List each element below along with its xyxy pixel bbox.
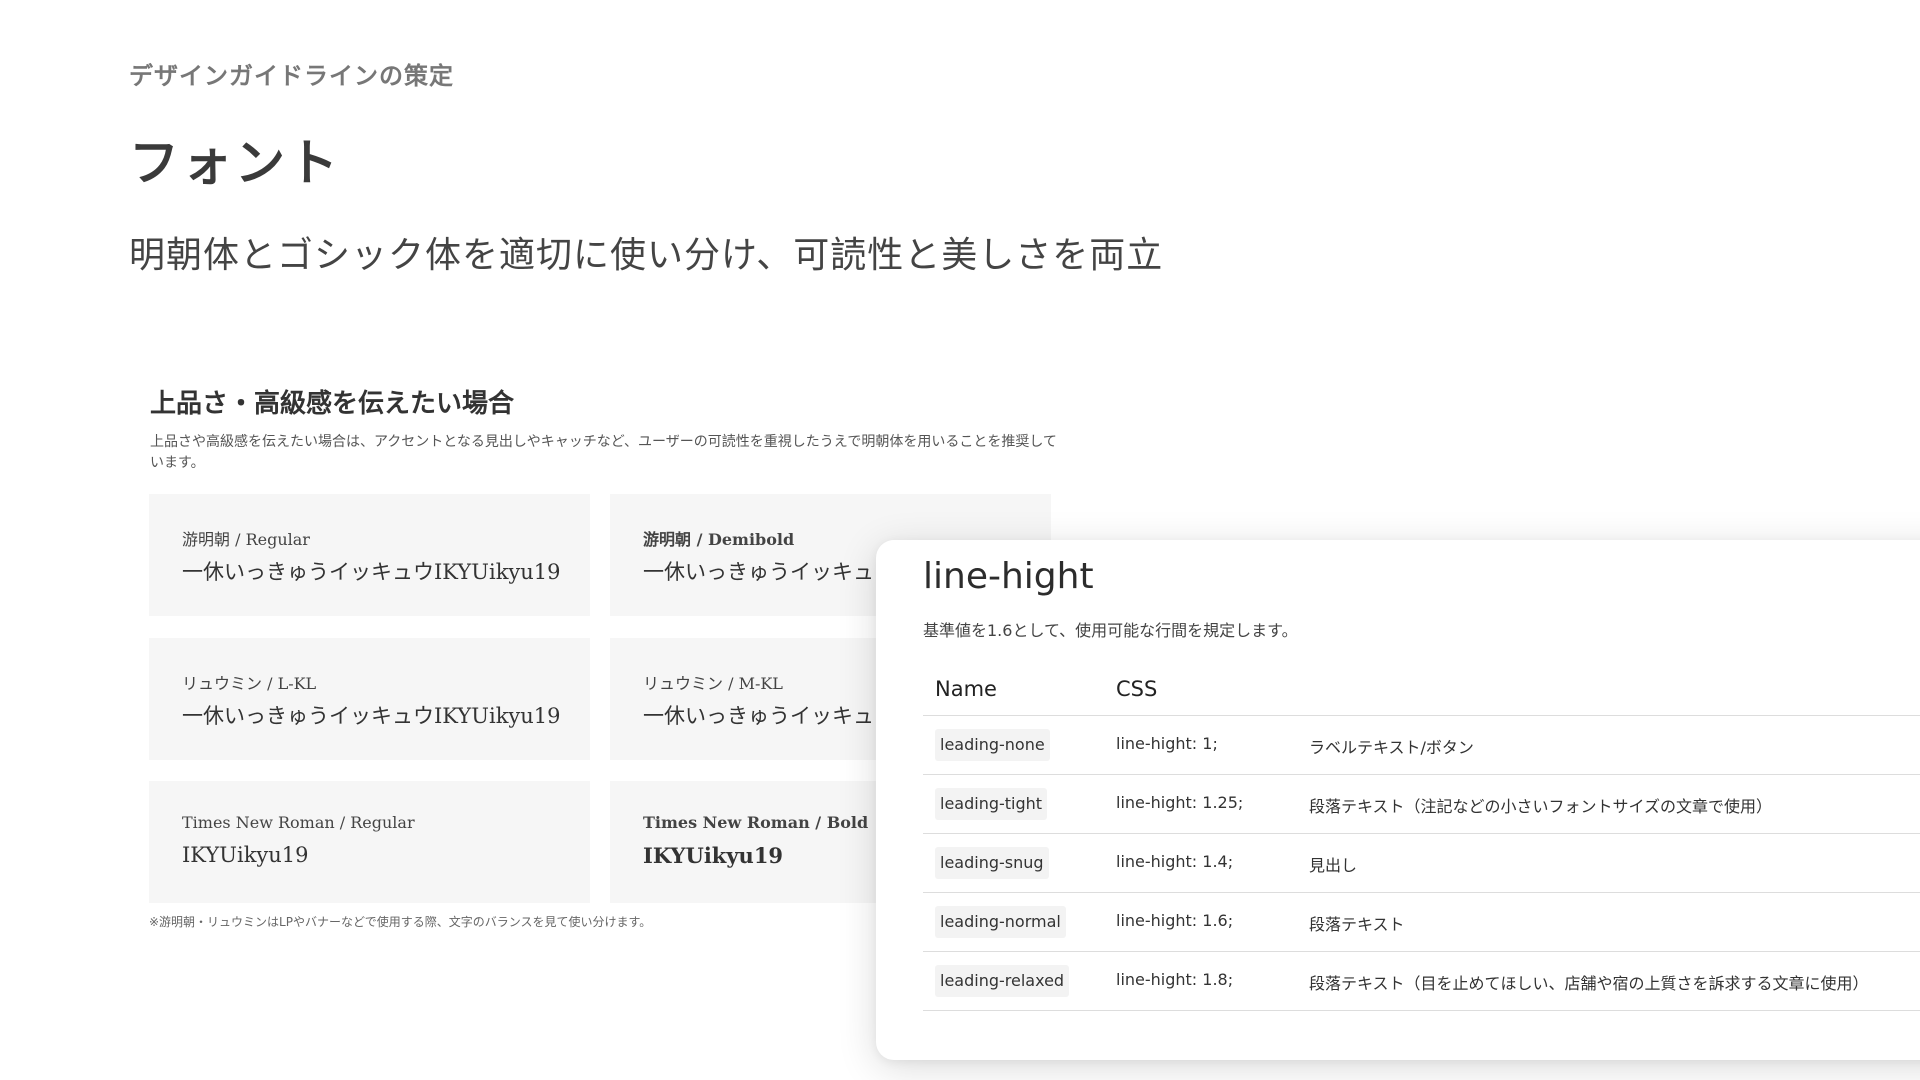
panel-title: line-hight bbox=[923, 556, 1094, 597]
font-card-sample: IKYUikyu19 bbox=[643, 843, 784, 868]
font-card-label: リュウミン / M-KL bbox=[643, 674, 783, 693]
table-row: leading-none line-hight: 1; ラベルテキスト/ボタン bbox=[923, 716, 1920, 775]
table-header: Name CSS bbox=[923, 665, 1920, 716]
eyebrow-label: デザインガイドラインの策定 bbox=[129, 62, 454, 90]
token-name-chip: leading-snug bbox=[935, 847, 1049, 879]
css-value: line-hight: 1.4; bbox=[1116, 852, 1234, 871]
css-value: line-hight: 1; bbox=[1116, 734, 1218, 753]
usage-text: ラベルテキスト/ボタン bbox=[1309, 738, 1474, 757]
footnote: ※游明朝・リュウミンはLPやバナーなどで使用する際、文字のバランスを見て使い分け… bbox=[149, 915, 652, 929]
line-height-panel: line-hight 基準値を1.6として、使用可能な行間を規定します。 Nam… bbox=[876, 540, 1920, 1060]
token-name-chip: leading-none bbox=[935, 729, 1050, 761]
line-height-table: Name CSS leading-none line-hight: 1; ラベル… bbox=[923, 665, 1920, 1011]
css-value: line-hight: 1.25; bbox=[1116, 793, 1244, 812]
table-row: leading-snug line-hight: 1.4; 見出し bbox=[923, 834, 1920, 893]
usage-text: 見出し bbox=[1309, 856, 1358, 875]
font-card-times-regular: Times New Roman / Regular IKYUikyu19 bbox=[149, 781, 590, 903]
token-name-chip: leading-relaxed bbox=[935, 965, 1070, 997]
font-card-label: リュウミン / L-KL bbox=[182, 674, 317, 693]
table-row: leading-relaxed line-hight: 1.8; 段落テキスト（… bbox=[923, 952, 1920, 1011]
usage-text: 段落テキスト（注記などの小さいフォントサイズの文章で使用） bbox=[1309, 797, 1773, 816]
font-card-label: 游明朝 / Regular bbox=[182, 530, 310, 549]
font-card-ryumin-l: リュウミン / L-KL 一休いっきゅうイッキュウIKYUikyu19 bbox=[149, 638, 590, 760]
font-card-sample: IKYUikyu19 bbox=[182, 843, 309, 867]
usage-text: 段落テキスト（目を止めてほしい、店舗や宿の上質さを訴求する文章に使用） bbox=[1309, 974, 1869, 993]
font-card-label: Times New Roman / Bold bbox=[643, 813, 869, 832]
page-title: フォント bbox=[129, 134, 341, 192]
table-row: leading-normal line-hight: 1.6; 段落テキスト bbox=[923, 893, 1920, 952]
font-card-label: Times New Roman / Regular bbox=[182, 813, 415, 832]
font-card-yumincho-regular: 游明朝 / Regular 一休いっきゅうイッキュウIKYUikyu19 bbox=[149, 494, 590, 616]
css-value: line-hight: 1.8; bbox=[1116, 970, 1234, 989]
page-subtitle: 明朝体とゴシック体を適切に使い分け、可読性と美しさを両立 bbox=[129, 235, 1164, 276]
table-row: leading-tight line-hight: 1.25; 段落テキスト（注… bbox=[923, 775, 1920, 834]
font-card-label: 游明朝 / Demibold bbox=[643, 530, 795, 549]
font-card-sample: 一休いっきゅうイッキュウIKYUikyu19 bbox=[182, 704, 561, 728]
css-value: line-hight: 1.6; bbox=[1116, 911, 1234, 930]
section-heading: 上品さ・高級感を伝えたい場合 bbox=[150, 389, 515, 419]
font-card-sample: 一休いっきゅうイッキュウIKYUikyu19 bbox=[182, 560, 561, 584]
column-header-css: CSS bbox=[1116, 677, 1158, 701]
section-description: 上品さや高級感を伝えたい場合は、アクセントとなる見出しやキャッチなど、ユーザーの… bbox=[150, 434, 1057, 471]
panel-description: 基準値を1.6として、使用可能な行間を規定します。 bbox=[923, 621, 1298, 640]
usage-text: 段落テキスト bbox=[1309, 915, 1405, 934]
token-name-chip: leading-normal bbox=[935, 906, 1066, 938]
token-name-chip: leading-tight bbox=[935, 788, 1048, 820]
column-header-name: Name bbox=[935, 677, 997, 701]
